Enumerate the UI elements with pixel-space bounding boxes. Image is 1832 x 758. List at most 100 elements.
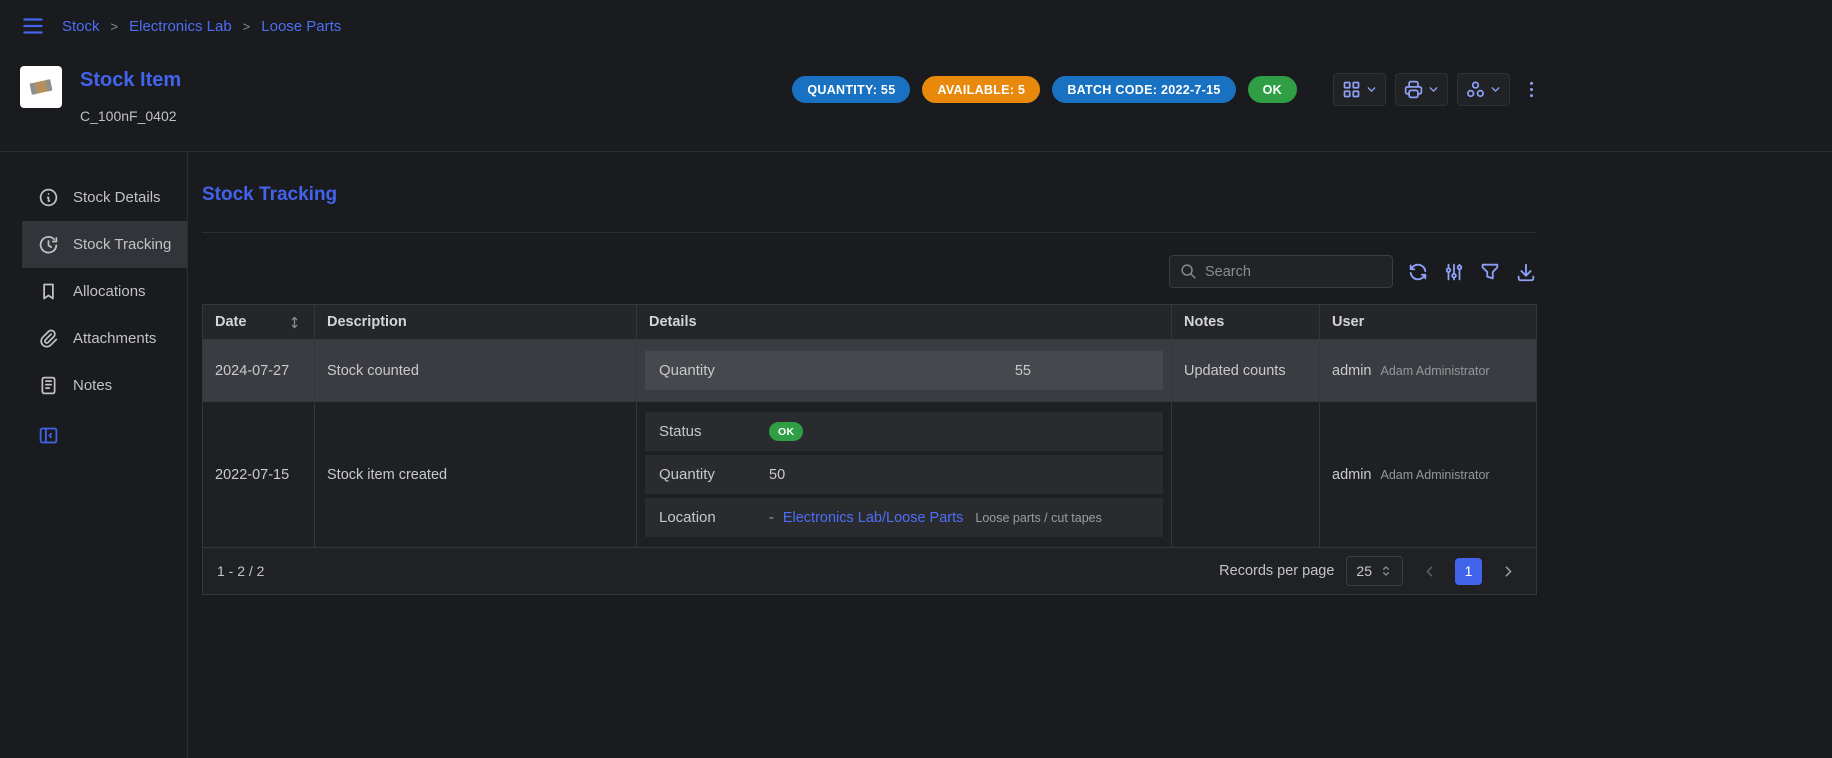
- chevron-left-icon: [1421, 563, 1438, 580]
- refresh-button[interactable]: [1407, 261, 1429, 283]
- breadcrumb-loose-parts[interactable]: Loose Parts: [261, 18, 341, 35]
- cell-user: admin Adam Administrator: [1320, 340, 1536, 401]
- sidebar-item-attachments[interactable]: Attachments: [22, 315, 187, 362]
- adjustments-icon: [1443, 261, 1465, 283]
- records-per-page-select[interactable]: 25: [1346, 556, 1403, 586]
- download-icon: [1515, 261, 1537, 283]
- sort-icon[interactable]: [287, 315, 302, 330]
- username: admin: [1332, 467, 1372, 483]
- table-row[interactable]: 2024-07-27 Stock counted Quantity 55 Upd…: [203, 340, 1536, 402]
- sidebar-item-allocations[interactable]: Allocations: [22, 268, 187, 315]
- header-badges-and-actions: QUANTITY: 55 AVAILABLE: 5 BATCH CODE: 20…: [792, 73, 1544, 106]
- sidebar-collapse-button[interactable]: [22, 425, 187, 451]
- cell-description: Stock item created: [315, 402, 637, 547]
- pagination-controls: Records per page 25 1: [1219, 556, 1522, 586]
- page-header: Stock Item C_100nF_0402 QUANTITY: 55 AVA…: [0, 52, 1832, 151]
- table-header-row: Date Description Details Notes User: [203, 305, 1536, 340]
- breadcrumb: Stock > Electronics Lab > Loose Parts: [62, 18, 341, 35]
- page-title: Stock Item: [80, 69, 181, 92]
- location-description: Loose parts / cut tapes: [975, 511, 1101, 525]
- detail-quantity: Quantity 50: [645, 455, 1163, 494]
- print-actions-button[interactable]: [1395, 73, 1448, 106]
- previous-page-button[interactable]: [1415, 557, 1443, 585]
- breadcrumb-electronics-lab[interactable]: Electronics Lab: [129, 18, 232, 35]
- column-settings-button[interactable]: [1443, 261, 1465, 283]
- history-icon: [38, 234, 59, 255]
- sidebar-item-stock-details[interactable]: Stock Details: [22, 174, 187, 221]
- record-range: 1 - 2 / 2: [217, 563, 264, 579]
- sidebar-item-label: Notes: [73, 377, 112, 394]
- column-header-notes: Notes: [1172, 305, 1320, 339]
- chevron-down-icon: [1365, 83, 1378, 96]
- top-navigation: Stock > Electronics Lab > Loose Parts: [0, 0, 1832, 52]
- table-footer: 1 - 2 / 2 Records per page 25 1: [203, 548, 1536, 594]
- sidebar-item-label: Stock Details: [73, 189, 161, 206]
- dots-vertical-icon: [1521, 79, 1542, 100]
- stock-actions-button[interactable]: [1457, 73, 1510, 106]
- user-fullname: Adam Administrator: [1381, 364, 1490, 378]
- detail-status: Status OK: [645, 412, 1163, 451]
- detail-quantity: Quantity 55: [645, 351, 1163, 390]
- status-ok-chip: OK: [769, 422, 803, 441]
- cell-notes: Updated counts: [1172, 340, 1320, 401]
- breadcrumb-separator: >: [243, 19, 251, 34]
- chevron-down-icon: [1489, 83, 1502, 96]
- column-header-user[interactable]: User: [1320, 305, 1536, 339]
- stock-actions-icon: [1465, 79, 1486, 100]
- page-number-button[interactable]: 1: [1455, 558, 1482, 585]
- sidebar-collapse-icon: [38, 425, 59, 446]
- breadcrumb-separator: >: [111, 19, 119, 34]
- hamburger-menu-icon[interactable]: [20, 13, 46, 39]
- paperclip-icon: [38, 328, 59, 349]
- stock-tracking-table: Date Description Details Notes User 2024…: [202, 304, 1537, 595]
- header-action-buttons: [1333, 73, 1544, 106]
- bookmark-icon: [38, 281, 59, 302]
- cell-notes: [1172, 402, 1320, 547]
- selector-icon: [1379, 564, 1393, 578]
- panel-divider: [202, 232, 1537, 233]
- stock-item-thumbnail[interactable]: [20, 66, 62, 108]
- search-box: [1169, 255, 1393, 288]
- sidebar-item-label: Allocations: [73, 283, 146, 300]
- cell-details: Status OK Quantity 50 Location - Electro…: [637, 402, 1172, 547]
- barcode-actions-button[interactable]: [1333, 73, 1386, 106]
- column-header-details: Details: [637, 305, 1172, 339]
- download-button[interactable]: [1515, 261, 1537, 283]
- cell-description: Stock counted: [315, 340, 637, 401]
- cell-details: Quantity 55: [637, 340, 1172, 401]
- quantity-value: 50: [769, 467, 785, 483]
- sidebar-item-notes[interactable]: Notes: [22, 362, 187, 409]
- quantity-value: 55: [1015, 363, 1031, 379]
- sidebar-item-label: Attachments: [73, 330, 156, 347]
- sidebar-item-label: Stock Tracking: [73, 236, 171, 253]
- location-link[interactable]: Electronics Lab/Loose Parts: [783, 510, 964, 526]
- printer-icon: [1403, 79, 1424, 100]
- filter-icon: [1479, 261, 1501, 283]
- panel-sidebar: Stock Details Stock Tracking Allocations…: [0, 152, 188, 758]
- cell-user: admin Adam Administrator: [1320, 402, 1536, 547]
- panel-main: Stock Tracking: [188, 152, 1832, 758]
- cell-date: 2024-07-27: [203, 340, 315, 401]
- cell-date: 2022-07-15: [203, 402, 315, 547]
- page-titles: Stock Item C_100nF_0402: [80, 66, 181, 124]
- detail-location: Location - Electronics Lab/Loose Parts L…: [645, 498, 1163, 537]
- search-input[interactable]: [1205, 264, 1382, 280]
- panel-title: Stock Tracking: [202, 184, 1832, 206]
- sidebar-item-stock-tracking[interactable]: Stock Tracking: [22, 221, 187, 268]
- batch-code-badge: BATCH CODE: 2022-7-15: [1052, 76, 1235, 103]
- records-per-page-label: Records per page: [1219, 563, 1334, 579]
- refresh-icon: [1407, 261, 1429, 283]
- part-name: C_100nF_0402: [80, 108, 181, 124]
- next-page-button[interactable]: [1494, 557, 1522, 585]
- column-header-description[interactable]: Description: [315, 305, 637, 339]
- location-dash: -: [769, 510, 774, 526]
- overflow-menu-button[interactable]: [1519, 73, 1544, 106]
- table-row[interactable]: 2022-07-15 Stock item created Status OK …: [203, 402, 1536, 548]
- search-icon: [1180, 263, 1197, 280]
- column-header-date[interactable]: Date: [203, 305, 315, 339]
- username: admin: [1332, 363, 1372, 379]
- quantity-badge: QUANTITY: 55: [792, 76, 910, 103]
- breadcrumb-stock[interactable]: Stock: [62, 18, 100, 35]
- user-fullname: Adam Administrator: [1381, 468, 1490, 482]
- filter-button[interactable]: [1479, 261, 1501, 283]
